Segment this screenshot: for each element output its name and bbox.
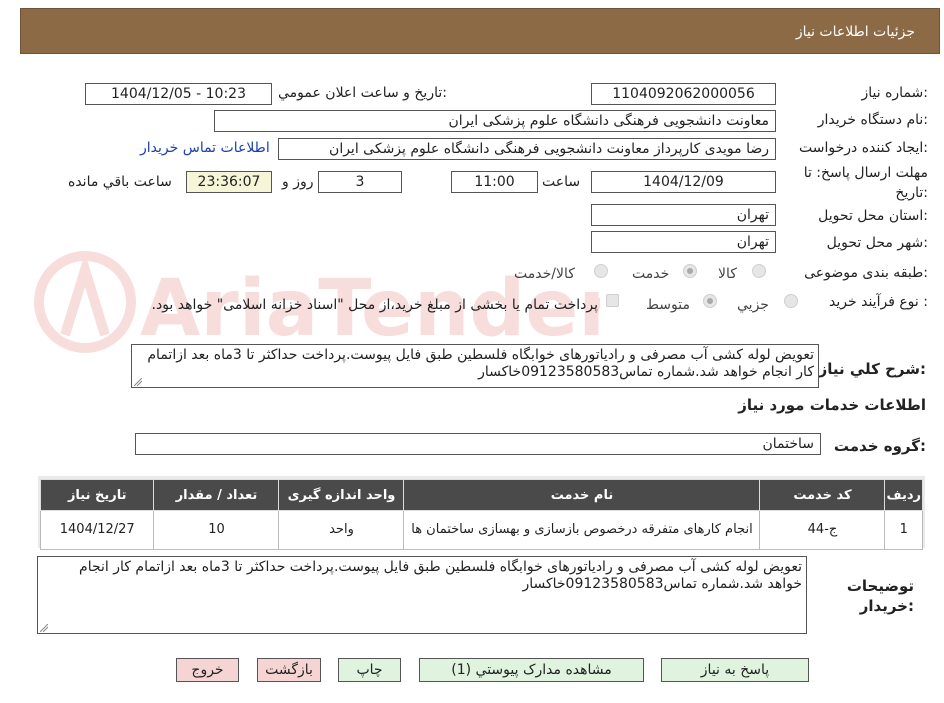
services-table: رديف کد خدمت نام خدمت واحد اندازه گيری ت…	[39, 479, 923, 550]
services-table-header: رديف کد خدمت نام خدمت واحد اندازه گيری ت…	[39, 479, 923, 511]
requester-label: ايجاد کننده درخواست:	[799, 140, 928, 156]
process-option-medium: متوسط	[646, 297, 690, 313]
cell-row-number: 1	[884, 510, 923, 550]
city-label: شهر محل تحویل:	[826, 235, 928, 251]
back-button[interactable]: بازگشت	[257, 658, 321, 682]
cell-service-name: انجام کارهای متفرقه درخصوص بازسازی و بهس…	[403, 510, 761, 550]
deadline-date-field: 1404/12/09	[591, 171, 776, 193]
province-field: تهران	[591, 204, 776, 226]
cell-need-date: 1404/12/27	[39, 510, 155, 550]
description-label: شرح کلي نياز:	[818, 360, 926, 378]
description-text: تعویض لوله کشی آب مصرفی و رادیاتورهای خو…	[147, 347, 814, 380]
print-button[interactable]: چاپ	[338, 658, 401, 682]
service-group-label: گروه خدمت:	[833, 437, 926, 455]
payment-note: پرداخت تمام یا بخشی از مبلغ خرید،از محل …	[151, 297, 598, 313]
col-need-date: تاریخ نیاز	[39, 479, 155, 511]
col-quantity: تعداد / مقدار	[153, 479, 280, 511]
exit-button[interactable]: خروج	[176, 658, 239, 682]
category-option-goods: کالا	[718, 266, 737, 282]
city-field: تهران	[591, 231, 776, 253]
province-label: استان محل تحویل:	[818, 208, 928, 224]
process-radio-medium[interactable]	[703, 294, 717, 308]
need-number-label: شماره نیاز:	[861, 85, 928, 101]
col-service-name: نام خدمت	[403, 479, 761, 511]
buyer-notes-label: توضيحات	[846, 577, 914, 595]
buyer-notes-textarea[interactable]: تعویض لوله کشی آب مصرفی و رادیاتورهای خو…	[37, 556, 807, 634]
need-number-field: 1104092062000056	[591, 83, 776, 105]
buyer-contact-link[interactable]: اطلاعات تماس خريدار	[140, 140, 270, 156]
category-option-service: خدمت	[632, 266, 670, 282]
buyer-org-label: نام دستگاه خريدار:	[817, 112, 928, 128]
deadline-time-field: 11:00	[451, 171, 538, 193]
category-radio-goods-service[interactable]	[594, 264, 608, 278]
deadline-label-date: تاریخ:	[895, 185, 928, 201]
resize-handle-icon[interactable]	[40, 624, 48, 632]
deadline-time-label: ساعت	[542, 174, 581, 190]
remaining-label: ساعت باقي مانده	[68, 174, 172, 190]
services-section-title: اطلاعات خدمات مورد نياز	[738, 396, 926, 414]
process-radio-minor[interactable]	[784, 294, 798, 308]
buyer-notes-label-2: خريدار:	[859, 597, 914, 615]
service-group-field: ساختمان	[135, 433, 821, 455]
page-title: جزئیات اطلاعات نیاز	[795, 24, 915, 40]
process-label: نوع فرآیند خرید :	[829, 294, 928, 310]
category-radio-service[interactable]	[683, 264, 697, 278]
category-option-goods-service: کالا/خدمت	[514, 266, 575, 282]
buyer-notes-text: تعویض لوله کشی آب مصرفی و رادیاتورهای خو…	[79, 559, 802, 592]
buyer-org-field: معاونت دانشجویی فرهنگی دانشگاه علوم پزشک…	[214, 110, 776, 132]
description-textarea[interactable]: تعویض لوله کشی آب مصرفی و رادیاتورهای خو…	[131, 344, 819, 388]
services-table-wrap: رديف کد خدمت نام خدمت واحد اندازه گيری ت…	[38, 476, 925, 550]
col-unit: واحد اندازه گيری	[278, 479, 405, 511]
table-row: 1 ج-44 انجام کارهای متفرقه درخصوص بازساز…	[39, 510, 923, 550]
resize-handle-icon[interactable]	[134, 378, 142, 386]
days-label: روز و	[282, 174, 314, 190]
category-label: طبقه بندی موضوعی:	[804, 265, 928, 281]
col-row-number: رديف	[884, 479, 923, 511]
announce-field: 1404/12/05 - 10:23	[85, 83, 272, 105]
cell-service-code: ج-44	[759, 510, 886, 550]
cell-quantity: 10	[153, 510, 280, 550]
col-service-code: کد خدمت	[759, 479, 886, 511]
cell-unit: واحد	[278, 510, 405, 550]
days-field: 3	[318, 171, 402, 193]
category-radio-goods[interactable]	[752, 264, 766, 278]
announce-label: تاریخ و ساعت اعلان عمومي:	[278, 85, 447, 101]
treasury-checkbox[interactable]	[606, 294, 619, 307]
deadline-label: مهلت ارسال پاسخ: تا	[803, 165, 928, 181]
view-attachments-button[interactable]: مشاهده مدارک پيوستي (1)	[419, 658, 644, 682]
page-header: جزئیات اطلاعات نیاز	[20, 8, 940, 54]
process-option-minor: جزيي	[737, 297, 769, 313]
remaining-time-field: 23:36:07	[186, 171, 272, 193]
requester-field: رضا مویدی کارپرداز معاونت دانشجویی فرهنگ…	[278, 138, 776, 160]
reply-button[interactable]: پاسخ به نياز	[661, 658, 809, 682]
